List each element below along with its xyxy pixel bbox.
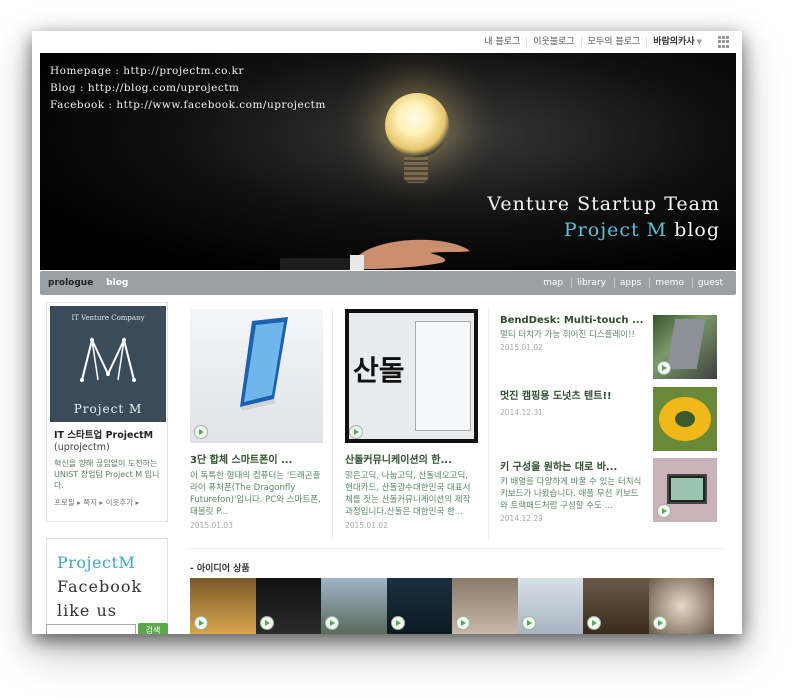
top-utility-bar: 내 블로그 이웃블로그 모두의 블로그 바람의카사 ▼ — [32, 31, 742, 53]
side-post-excerpt: 키 배열을 다양하게 바꿀 수 있는 터치식 키보드가 나왔습니다. 애플 무선… — [500, 477, 642, 511]
username: 바람의카사 — [653, 37, 695, 47]
post-excerpt: 맑은고딕, 나눔고딕, 산돌네오고딕, 현대카드, 산돌광수대한민국 대표서체를… — [345, 471, 471, 517]
nav-map[interactable]: map — [538, 278, 568, 288]
divider — [488, 309, 489, 541]
nav-guest[interactable]: guest — [691, 278, 728, 288]
side-post-excerpt: 멀티 터치가 가능 휘어진 디스플레이!! — [500, 330, 635, 340]
neighbor-blog-link[interactable]: 이웃블로그 — [526, 37, 580, 47]
side-post-thumbnail[interactable] — [653, 315, 717, 379]
idea-thumbnail[interactable] — [255, 578, 321, 634]
light-bulb-image — [385, 93, 449, 157]
nav-library[interactable]: library — [571, 278, 611, 288]
nav-apps[interactable]: apps — [613, 278, 647, 288]
profile-links[interactable]: 프로필 ▸ 쪽지 ▸ 이웃추가 ▸ — [50, 497, 164, 508]
post-title[interactable]: 산돌커뮤니케이션의 한... — [345, 451, 478, 466]
user-menu[interactable]: 바람의카사 ▼ — [646, 37, 708, 47]
side-post[interactable]: BendDesk: Multi-touch ... 멀티 터치가 가능 휘어진 … — [500, 315, 717, 379]
side-post-thumbnail[interactable] — [653, 387, 717, 451]
everyone-blog-link[interactable]: 모두의 블로그 — [580, 37, 647, 47]
facebook-link-text: Facebook : http://www.facebook.com/uproj… — [50, 99, 326, 111]
idea-thumbnail[interactable] — [386, 578, 452, 634]
play-icon — [325, 616, 339, 630]
section-divider — [188, 548, 726, 549]
idea-thumbnail[interactable] — [517, 578, 583, 634]
side-post[interactable]: 키 구성을 원하는 대로 바... 키 배열을 다양하게 바꿀 수 있는 터치식… — [500, 458, 717, 523]
side-post-date: 2015.01.02 — [500, 343, 543, 352]
play-icon — [349, 425, 363, 439]
app-grid-icon[interactable] — [718, 36, 730, 48]
blog-link-text: Blog : http://blog.com/uprojectm — [50, 82, 240, 94]
post-excerpt: 이 독특한 형태의 컴퓨터는 '드래곤플라이 퓨처폰(The Dragonfly… — [190, 471, 321, 517]
idea-thumbnail[interactable] — [648, 578, 714, 634]
nav-prologue[interactable]: prologue — [48, 278, 93, 288]
side-post-date: 2014.12.29 — [500, 514, 543, 523]
profile-handle: (uprojectm) — [54, 442, 110, 453]
play-icon — [587, 616, 601, 630]
tagline-project: Project M blog — [487, 219, 720, 241]
play-icon — [657, 361, 671, 375]
side-post[interactable]: 멋진 캠핑용 도넛츠 텐트!! 2014.12.31 — [500, 387, 717, 451]
post-card[interactable]: 3단 합체 스마트폰이 ... 이 독특한 형태의 컴퓨터는 '드래곤플라이 퓨… — [190, 309, 323, 530]
m-logo-icon — [80, 337, 136, 382]
nav-memo[interactable]: memo — [649, 278, 689, 288]
idea-thumbnail[interactable] — [190, 578, 256, 634]
play-icon — [456, 616, 470, 630]
idea-section-title: - 아이디어 상품 — [190, 564, 250, 574]
light-bulb-base — [404, 157, 428, 183]
fb-facebook-text: Facebook — [57, 577, 143, 596]
tagline-venture: Venture Startup Team — [487, 193, 720, 215]
search-input[interactable] — [46, 624, 136, 634]
play-icon — [521, 616, 536, 630]
post-card[interactable]: 산돌 산돌커뮤니케이션의 한... 맑은고딕, 나눔고딕, 산돌네오고딕, 현대… — [345, 309, 478, 530]
facebook-like-card[interactable]: ProjectM Facebook like us — [46, 538, 168, 634]
my-blog-link[interactable]: 내 블로그 — [478, 37, 526, 47]
side-post-title[interactable]: BendDesk: Multi-touch ... — [500, 315, 645, 326]
profile-logo[interactable]: IT Venture Company Project M — [50, 306, 166, 422]
idea-thumbnail[interactable] — [452, 578, 518, 634]
side-post-title[interactable]: 멋진 캠핑용 도넛츠 텐트!! — [500, 387, 645, 402]
blog-nav-bar: prologue blog map library apps memo gues… — [40, 271, 736, 295]
side-post-title[interactable]: 키 구성을 원하는 대로 바... — [500, 458, 645, 473]
side-post-thumbnail[interactable] — [653, 458, 717, 522]
blog-word: blog — [674, 219, 720, 241]
chevron-down-icon: ▼ — [696, 38, 702, 46]
homepage-link-text: Homepage : http://projectm.co.kr — [50, 65, 244, 77]
post-thumbnail[interactable]: 산돌 — [345, 309, 478, 443]
post-date: 2015.01.03 — [190, 521, 233, 530]
side-post-date: 2014.12.31 — [500, 408, 543, 417]
profile-description: 혁신을 향해 끊임없이 도전하는 UNIST 창업팀 Project M 입니다… — [54, 459, 160, 490]
play-icon — [390, 616, 405, 630]
profile-name: IT 스타트업 ProjectM (uprojectm) — [54, 430, 154, 453]
logo-project-m-text: Project M — [73, 402, 143, 416]
play-icon — [652, 616, 667, 630]
post-title[interactable]: 3단 합체 스마트폰이 ... — [190, 451, 323, 466]
hand-image — [280, 239, 470, 270]
project-m-text: Project M — [563, 219, 668, 241]
sandoll-thumb-text: 산돌 — [353, 354, 405, 387]
logo-company-text: IT Venture Company — [71, 314, 145, 322]
idea-thumbnail[interactable] — [583, 578, 649, 634]
play-icon — [194, 616, 208, 630]
banner-links: Homepage : http://projectm.co.kr Blog : … — [50, 63, 326, 114]
banner-tagline: Venture Startup Team Project M blog — [487, 193, 720, 241]
idea-thumbnail[interactable] — [321, 578, 387, 634]
play-icon — [657, 504, 671, 518]
blog-banner: Homepage : http://projectm.co.kr Blog : … — [40, 53, 736, 270]
divider — [332, 309, 333, 541]
post-thumbnail[interactable] — [190, 309, 323, 443]
play-icon — [194, 425, 208, 439]
fb-projectm-text: ProjectM — [57, 553, 136, 572]
play-icon — [259, 616, 274, 630]
profile-card: IT Venture Company Project M IT 스타트업 Pro… — [46, 302, 168, 522]
idea-thumbnail-strip — [190, 578, 714, 634]
post-date: 2015.01.02 — [345, 521, 388, 530]
fb-likeus-text: like us — [57, 601, 117, 620]
nav-blog[interactable]: blog — [106, 278, 128, 288]
blog-window: 내 블로그 이웃블로그 모두의 블로그 바람의카사 ▼ Homepage : ht… — [32, 31, 742, 634]
phone-image — [240, 317, 288, 411]
search-button[interactable]: 검색 — [138, 623, 168, 634]
